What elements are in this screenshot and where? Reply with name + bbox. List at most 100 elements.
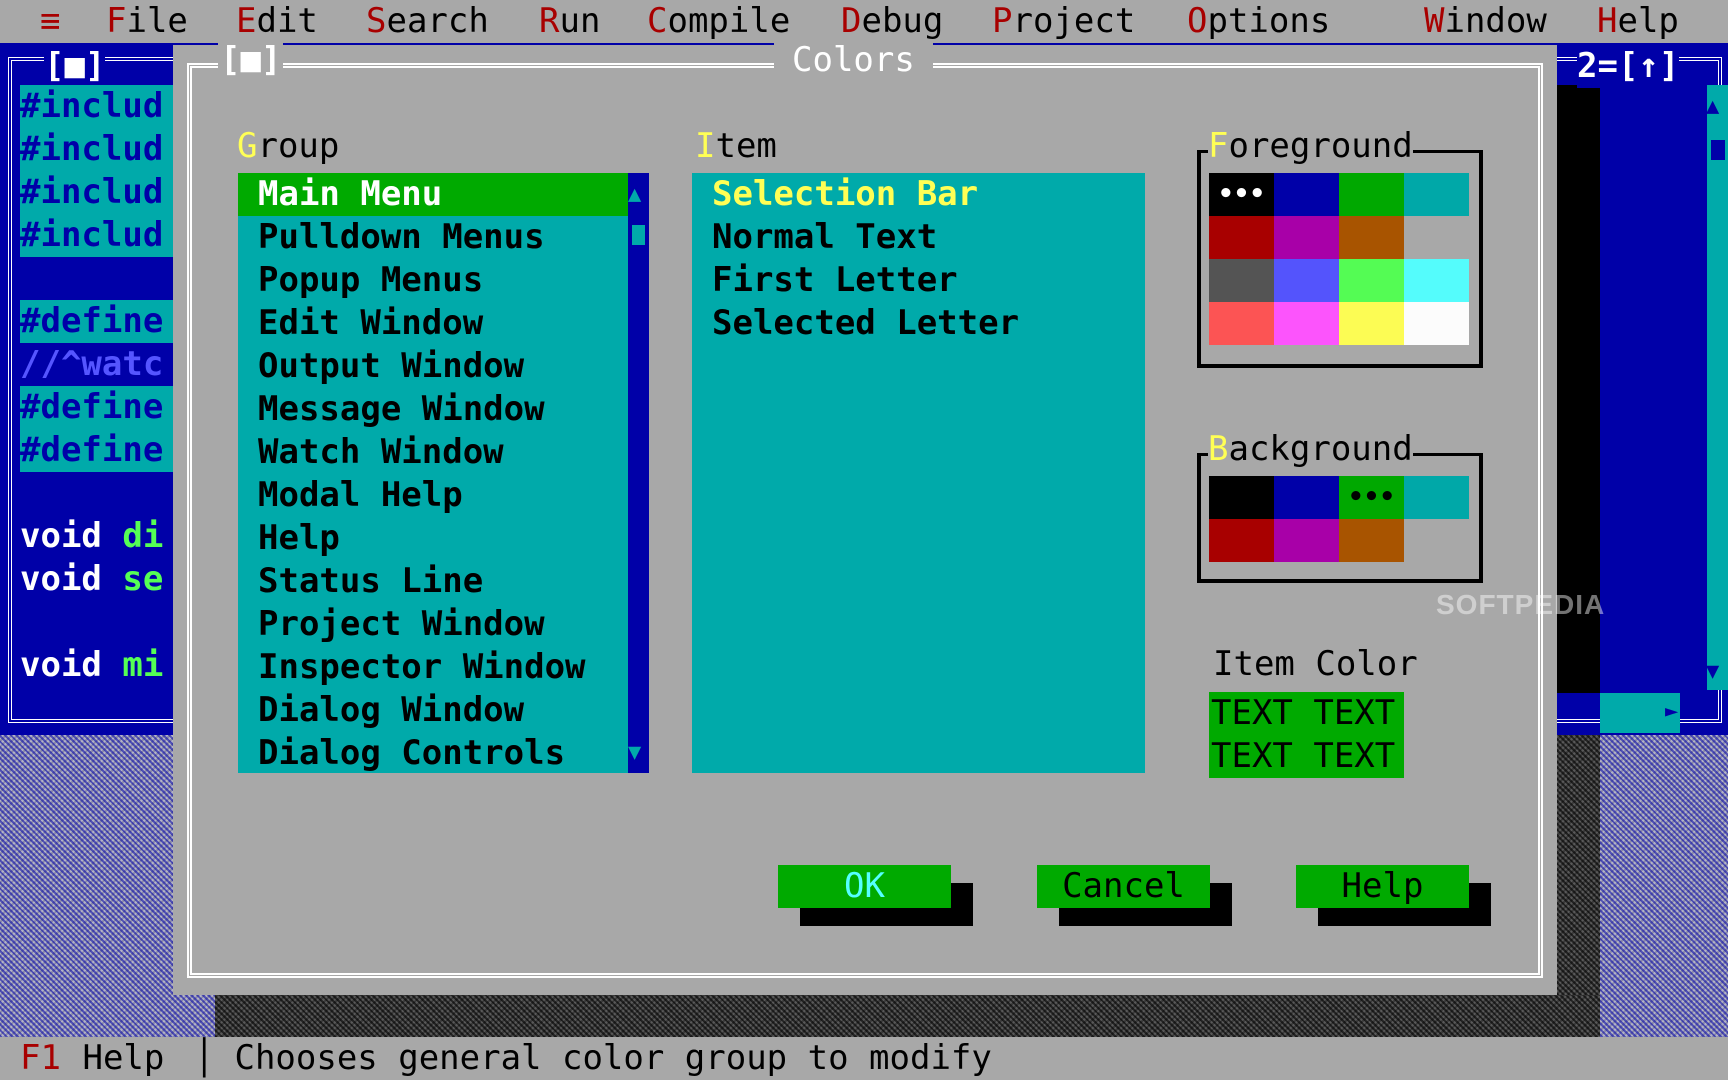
background-label[interactable]: Background: [1208, 428, 1413, 471]
color-swatch[interactable]: [1404, 519, 1469, 562]
menu-project[interactable]: Project: [992, 0, 1135, 43]
editor-window-1[interactable]: [■] #includ #includ #includ #includ #def…: [0, 45, 198, 735]
menu-edit[interactable]: Edit: [236, 0, 318, 43]
menu-compile[interactable]: Compile: [647, 0, 790, 43]
group-listbox[interactable]: Main Menu Pulldown Menus Popup Menus Edi…: [238, 173, 649, 773]
colors-dialog: [■] Colors Group Main Menu Pulldown Menu…: [173, 39, 1604, 995]
help-button[interactable]: Help: [1296, 865, 1469, 908]
selected-color-marker: •••: [1218, 179, 1265, 209]
code-line[interactable]: #define: [20, 300, 175, 343]
code-line[interactable]: #define: [20, 429, 175, 472]
color-swatch[interactable]: [1274, 519, 1339, 562]
scroll-up-icon[interactable]: ▲: [1706, 85, 1719, 128]
scroll-right-icon[interactable]: ►: [1665, 690, 1678, 733]
group-label[interactable]: Group: [237, 125, 339, 168]
system-menu-icon[interactable]: ≡: [40, 0, 60, 43]
status-key-label[interactable]: Help: [62, 1037, 185, 1080]
editor-close-box[interactable]: [■]: [44, 45, 106, 88]
code-line[interactable]: void mi: [20, 644, 163, 687]
code-line[interactable]: #define: [20, 386, 175, 429]
status-separator: │: [194, 1038, 215, 1078]
item-entry[interactable]: Selected Letter: [692, 302, 1019, 345]
menu-file[interactable]: File: [106, 0, 188, 43]
color-swatch[interactable]: [1339, 519, 1404, 562]
code-line[interactable]: #includ: [20, 171, 175, 214]
group-item[interactable]: Output Window: [238, 345, 524, 388]
code-line[interactable]: #includ: [20, 128, 175, 171]
cancel-button[interactable]: Cancel: [1037, 865, 1210, 908]
item-label[interactable]: Item: [695, 125, 777, 168]
color-swatch[interactable]: [1209, 476, 1274, 519]
group-item[interactable]: Project Window: [238, 603, 545, 646]
editor-window-2[interactable]: 2=[↑] ▲ ▼ ►: [1537, 45, 1728, 735]
color-swatch[interactable]: •••: [1209, 173, 1274, 216]
foreground-palette[interactable]: •••: [1209, 173, 1469, 345]
scroll-down-icon[interactable]: ▼: [1706, 650, 1719, 693]
editor-2-title[interactable]: 2=[↑]: [1577, 45, 1680, 88]
color-swatch[interactable]: [1274, 476, 1339, 519]
color-swatch[interactable]: [1274, 259, 1339, 302]
color-swatch[interactable]: [1339, 216, 1404, 259]
menu-options[interactable]: Options: [1187, 0, 1330, 43]
group-item[interactable]: Popup Menus: [238, 259, 483, 302]
color-swatch[interactable]: [1404, 476, 1469, 519]
scroll-thumb[interactable]: [1711, 140, 1725, 160]
menu-search[interactable]: Search: [366, 0, 489, 43]
group-item[interactable]: Inspector Window: [238, 646, 586, 689]
group-item[interactable]: Pulldown Menus: [238, 216, 545, 259]
color-swatch[interactable]: [1274, 173, 1339, 216]
color-swatch[interactable]: [1339, 173, 1404, 216]
dialog-shadow-right: [1557, 690, 1600, 995]
ok-button[interactable]: OK: [778, 865, 951, 908]
background-palette[interactable]: •••: [1209, 476, 1469, 562]
menu-help[interactable]: Help: [1597, 0, 1679, 43]
menu-window[interactable]: Window: [1424, 0, 1547, 43]
group-item[interactable]: Modal Help: [238, 474, 463, 517]
color-swatch[interactable]: [1274, 216, 1339, 259]
group-item[interactable]: Dialog Controls: [238, 732, 565, 775]
group-item[interactable]: Main Menu: [238, 173, 628, 216]
color-swatch[interactable]: [1404, 302, 1469, 345]
code-line[interactable]: #includ: [20, 214, 175, 257]
dialog-close-box[interactable]: [■]: [218, 39, 284, 82]
group-item[interactable]: Dialog Window: [238, 689, 524, 732]
color-swatch[interactable]: [1209, 519, 1274, 562]
color-swatch[interactable]: [1404, 173, 1469, 216]
item-listbox[interactable]: Selection Bar Normal Text First Letter S…: [692, 173, 1145, 773]
menu-run[interactable]: Run: [539, 0, 600, 43]
group-item[interactable]: Edit Window: [238, 302, 483, 345]
color-swatch[interactable]: [1339, 302, 1404, 345]
editor-2-scrollbar[interactable]: [1707, 85, 1728, 690]
status-message: Chooses general color group to modify: [214, 1038, 992, 1078]
group-item[interactable]: Message Window: [238, 388, 545, 431]
group-scrollbar[interactable]: ▲ ▼: [628, 173, 649, 773]
group-item[interactable]: Watch Window: [238, 431, 504, 474]
color-swatch[interactable]: •••: [1339, 476, 1404, 519]
color-swatch[interactable]: [1274, 302, 1339, 345]
color-swatch[interactable]: [1404, 259, 1469, 302]
group-item[interactable]: Help: [238, 517, 340, 560]
softpedia-watermark: SOFTPEDIA: [1436, 589, 1606, 620]
scroll-thumb[interactable]: [632, 225, 645, 245]
color-swatch[interactable]: [1404, 216, 1469, 259]
scroll-up-icon[interactable]: ▲: [628, 173, 641, 216]
status-key-f1[interactable]: F1: [20, 1037, 61, 1080]
item-entry[interactable]: Normal Text: [692, 216, 937, 259]
group-item[interactable]: Status Line: [238, 560, 483, 603]
color-swatch[interactable]: [1209, 302, 1274, 345]
item-entry[interactable]: Selection Bar: [692, 173, 978, 216]
item-entry[interactable]: First Letter: [692, 259, 958, 302]
item-color-sample: TEXT TEXT: [1209, 735, 1404, 778]
code-line[interactable]: void di: [20, 515, 163, 558]
code-line[interactable]: void se: [20, 558, 163, 601]
code-comment-line[interactable]: //^watc: [20, 343, 175, 386]
color-swatch[interactable]: [1209, 216, 1274, 259]
scroll-down-icon[interactable]: ▼: [628, 731, 641, 774]
color-swatch[interactable]: [1209, 259, 1274, 302]
status-bar: F1 Help │ Chooses general color group to…: [0, 1037, 1728, 1080]
menu-debug[interactable]: Debug: [841, 0, 943, 43]
code-line[interactable]: #includ: [20, 85, 175, 128]
foreground-label[interactable]: Foreground: [1208, 125, 1413, 168]
selected-color-marker: •••: [1348, 482, 1395, 512]
color-swatch[interactable]: [1339, 259, 1404, 302]
